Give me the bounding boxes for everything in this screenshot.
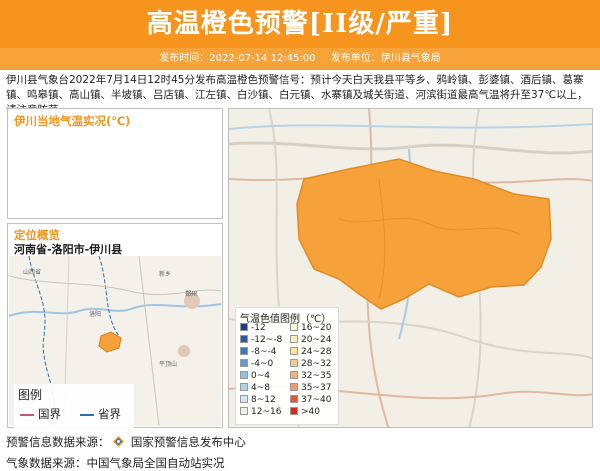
legend-province-border: 省界 xyxy=(80,406,121,422)
svg-text:新乡: 新乡 xyxy=(159,270,171,278)
legend-item: -8~-4 xyxy=(240,347,277,357)
legend-item: -4~0 xyxy=(240,359,273,369)
warning-center-logo-icon xyxy=(113,436,125,447)
temperature-panel-title: 伊川当地气温实况(℃) xyxy=(14,114,131,128)
legend-item: 24~28 xyxy=(290,347,331,357)
legend-item: 20~24 xyxy=(290,335,331,345)
svg-text:郑州: 郑州 xyxy=(185,290,197,298)
legend-item: 8~12 xyxy=(240,395,276,405)
minimap-legend: 图例 国界 省界 xyxy=(14,384,134,428)
legend-item: -12~-8 xyxy=(240,335,282,345)
legend-item: -12 xyxy=(240,323,266,333)
svg-text:山西省: 山西省 xyxy=(23,268,41,276)
page-title: 高温橙色预警[II级/严重] xyxy=(146,9,454,39)
warning-source-link[interactable]: 国家预警信息发布中心 xyxy=(131,435,246,449)
svg-text:平顶山: 平顶山 xyxy=(159,360,177,368)
legend-item: >40 xyxy=(290,407,320,417)
temperature-panel: 伊川当地气温实况(℃) xyxy=(7,108,223,219)
legend-item: 12~16 xyxy=(240,407,281,417)
temperature-color-legend: 气温色值图例（℃） -12 -12~-8 -8~-4 -4~0 0~4 4~8 … xyxy=(235,307,339,425)
location-name: 河南省-洛阳市-伊川县 xyxy=(14,243,123,256)
legend-item: 32~35 xyxy=(290,371,331,381)
legend-item: 35~37 xyxy=(290,383,331,393)
main-warning-map[interactable]: 气温色值图例（℃） -12 -12~-8 -8~-4 -4~0 0~4 4~8 … xyxy=(228,108,593,428)
location-panel: 定位概览 河南省-洛阳市-伊川县 山西省 新乡 郑州 洛阳 平顶山 图例 国界 … xyxy=(7,223,223,428)
legend-item: 28~32 xyxy=(290,359,331,369)
province-border-line-icon xyxy=(80,413,94,416)
weather-source-footer: 气象数据来源：中国气象局全国自动站实况 xyxy=(6,456,225,470)
national-border-line-icon xyxy=(20,413,34,416)
legend-item: 4~8 xyxy=(240,383,270,393)
svg-text:洛阳: 洛阳 xyxy=(89,310,101,318)
legend-national-border: 国界 xyxy=(20,406,61,422)
legend-item: 37~40 xyxy=(290,395,331,405)
legend-item: 0~4 xyxy=(240,371,270,381)
publish-info-bar: 发布时间：2022-07-14 12:45:00 发布单位：伊川县气象局 xyxy=(0,48,600,70)
publish-time: 发布时间：2022-07-14 12:45:00 xyxy=(159,53,316,64)
legend-item: 16~20 xyxy=(290,323,331,333)
publish-unit: 发布单位：伊川县气象局 xyxy=(330,53,441,64)
warning-source-footer: 预警信息数据来源： 国家预警信息发布中心 xyxy=(6,434,246,450)
minimap-legend-title: 图例 xyxy=(18,388,43,402)
warning-source-label: 预警信息数据来源： xyxy=(6,435,110,449)
